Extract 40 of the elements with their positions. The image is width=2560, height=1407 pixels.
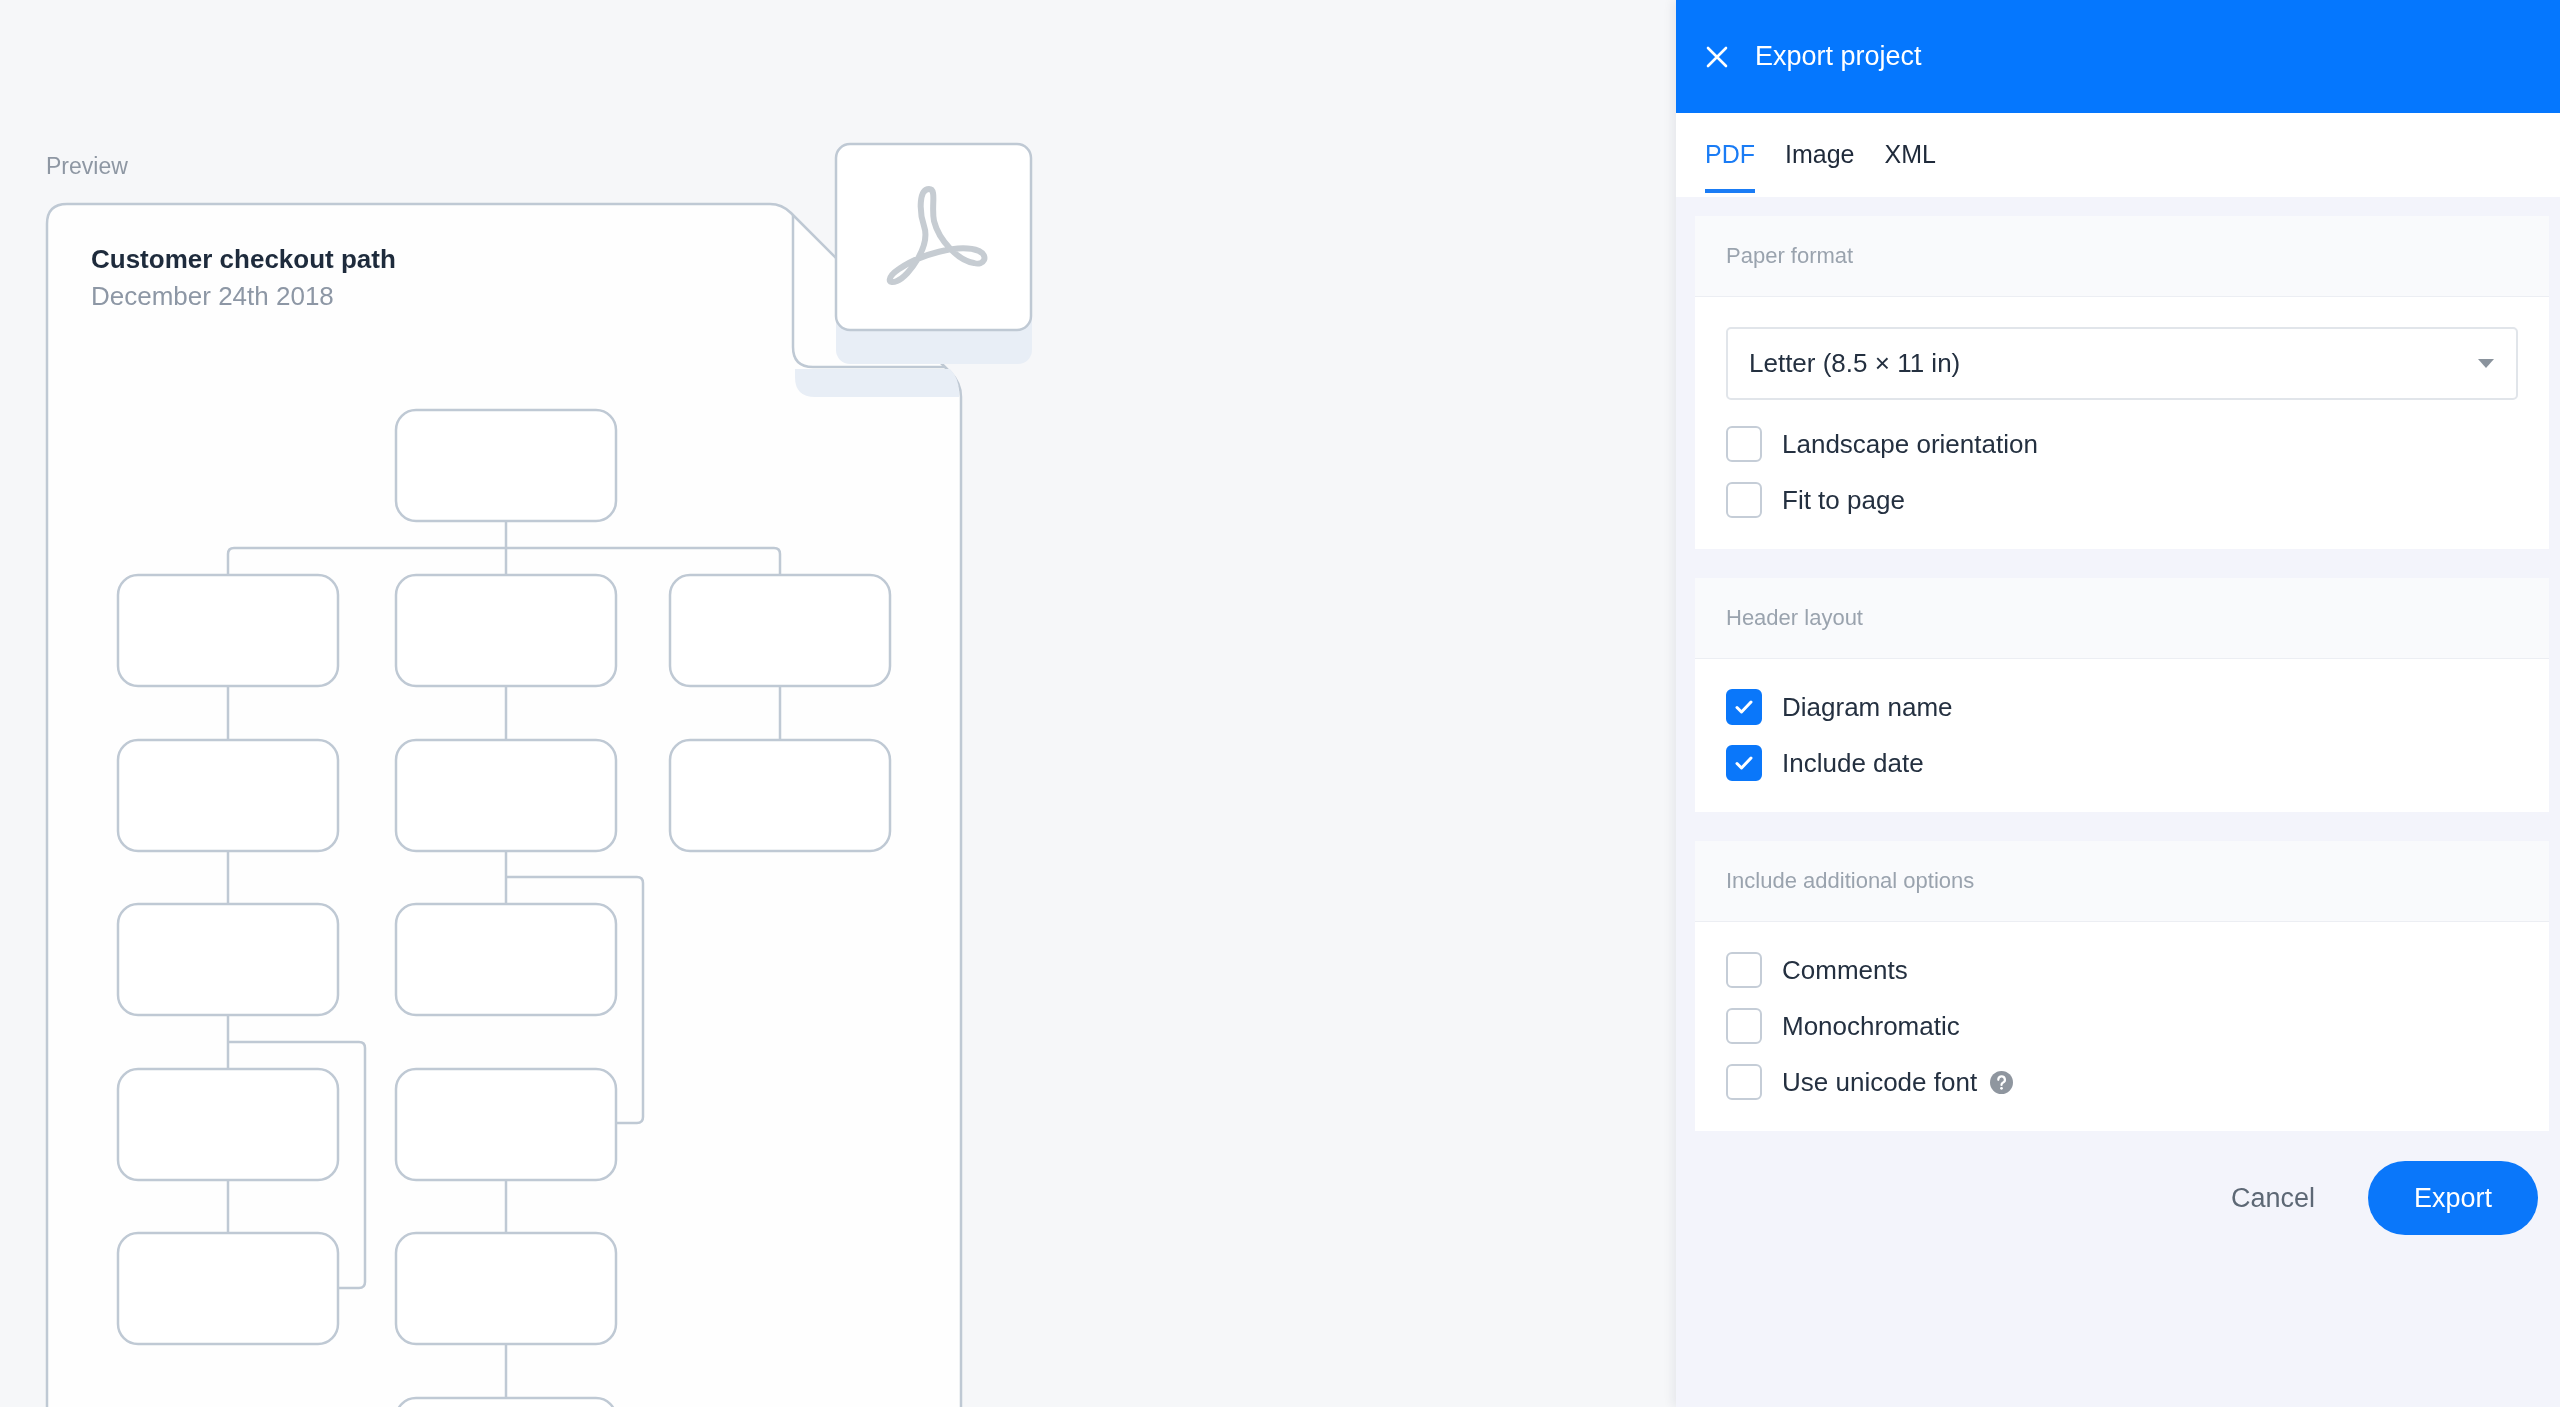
option-label: Monochromatic [1782,1010,1960,1042]
checkbox[interactable] [1726,482,1762,518]
connector-line [226,686,230,740]
tab[interactable]: Image [1785,113,1855,193]
checkbox[interactable] [1726,1064,1762,1100]
option-label: Use unicode font [1782,1066,1978,1098]
option-label: Landscape orientation [1782,428,2038,460]
cancel-button[interactable]: Cancel [2210,1161,2335,1235]
checkbox[interactable] [1726,426,1762,462]
option-label: Fit to page [1782,484,1905,516]
export-button[interactable]: Export [2368,1161,2538,1235]
close-button[interactable] [1706,45,1728,68]
option-label: Comments [1782,954,1908,986]
checkbox[interactable] [1726,745,1762,781]
tab[interactable]: XML [1884,113,1936,193]
close-icon [1706,45,1728,68]
preview-label: Preview [46,152,128,180]
connector-line [226,851,230,904]
document-title: Customer checkout path [91,243,396,275]
section-title: Paper format [1726,243,1854,269]
option-label: Include date [1782,747,1924,779]
connector-line [778,686,782,740]
paper-format-select[interactable]: Letter (8.5 × 11 in) [1726,327,2518,400]
option-label: Diagram name [1782,691,1953,723]
panel-title: Export project [1755,41,1922,72]
section-title: Header layout [1726,605,1863,631]
caret-icon [2478,359,2494,368]
help-icon[interactable] [1990,1070,2014,1094]
pdf-icon [834,142,1033,364]
section-title: Include additional options [1726,868,1975,894]
connector-line [504,1180,508,1233]
checkbox[interactable] [1726,1008,1762,1044]
checkbox[interactable] [1726,952,1762,988]
checkmark-icon [1735,756,1753,770]
connector-line [504,1344,508,1398]
checkmark-icon [1735,700,1753,714]
document-date: December 24th 2018 [91,280,334,312]
tab[interactable]: PDF [1705,113,1755,193]
connector-line [504,686,508,740]
checkbox[interactable] [1726,689,1762,725]
